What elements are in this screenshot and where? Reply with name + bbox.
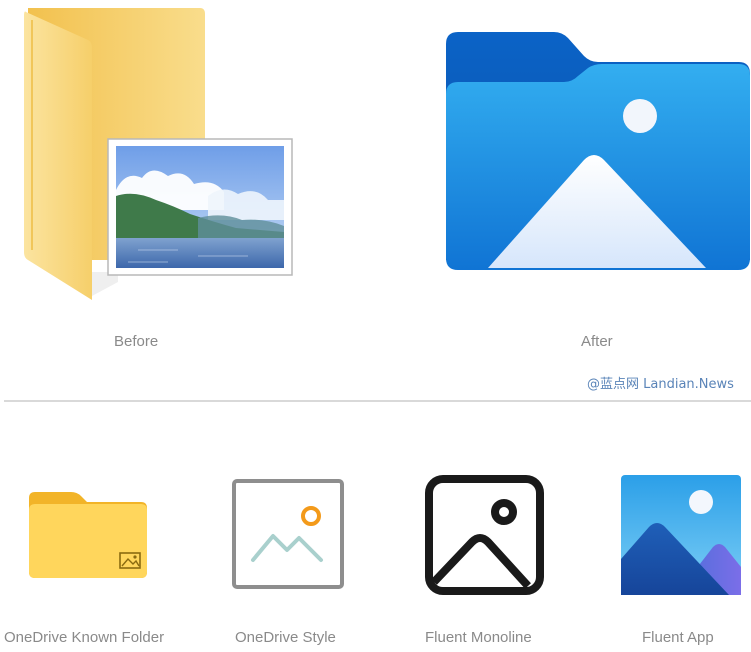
new-pictures-folder-icon [446,32,750,270]
onedrive-style-picture-icon [232,479,344,589]
old-pictures-folder-icon [24,8,293,300]
item-label-fluent-app: Fluent App [642,629,714,646]
watermark: @蓝点网 Landian.News [587,377,734,392]
item-label-onedrive-known-folder: OneDrive Known Folder [4,629,165,646]
item-label-fluent-monoline: Fluent Monoline [425,629,532,646]
onedrive-known-folder-icon [29,492,147,578]
item-label-onedrive-style: OneDrive Style [235,629,336,646]
after-label: After [581,333,613,350]
fluent-monoline-picture-icon [425,475,544,595]
fluent-app-picture-icon [621,475,741,595]
before-label: Before [114,333,159,350]
section-divider [4,400,751,402]
